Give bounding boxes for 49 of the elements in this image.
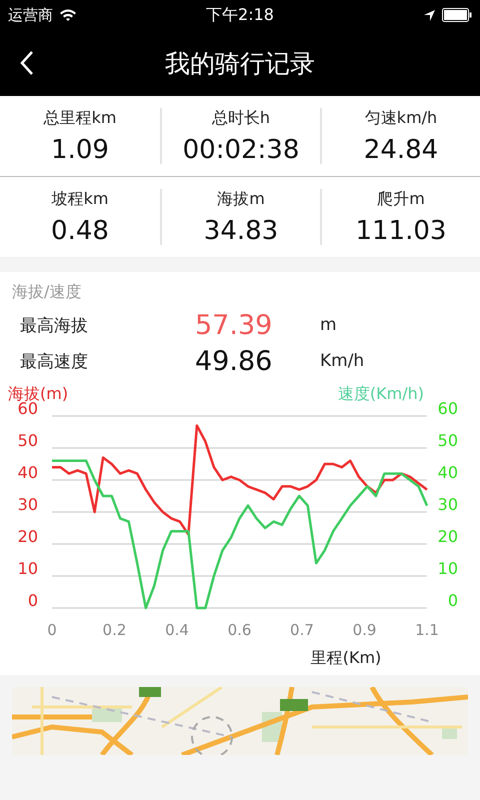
tick-label: 50 xyxy=(438,431,458,450)
tick-label: 20 xyxy=(438,527,458,546)
tick-label: 0.6 xyxy=(228,621,252,639)
tick-label: 50 xyxy=(18,431,38,450)
highlight-label: 最高速度 xyxy=(20,350,89,372)
tick-label: 30 xyxy=(438,495,458,514)
location-arrow-icon xyxy=(423,8,436,22)
axis-title: 速度(Km/h) xyxy=(338,384,424,403)
back-icon xyxy=(20,50,34,76)
stat-label: 总时长h xyxy=(212,108,270,128)
tick-label: 0 xyxy=(28,591,38,610)
highlight-unit: Km/h xyxy=(320,351,366,371)
stat-value: 111.03 xyxy=(356,216,446,246)
highlight-unit: m xyxy=(320,315,338,335)
tick-label: 60 xyxy=(438,399,458,418)
tick-label: 0.2 xyxy=(102,621,126,639)
stat-value: 34.83 xyxy=(204,216,278,246)
tick-label: 1.1 xyxy=(415,621,439,639)
tick-label: 0 xyxy=(448,591,458,610)
tick-label: 0.7 xyxy=(290,621,314,639)
tick-label: 20 xyxy=(18,527,38,546)
battery-icon xyxy=(442,8,472,22)
stat-value: 24.84 xyxy=(364,134,438,164)
stat-value: 00:02:38 xyxy=(182,134,300,164)
stat-label: 爬升m xyxy=(377,188,425,210)
tick-label: 0.9 xyxy=(352,621,376,639)
stat-value: 1.09 xyxy=(51,134,109,164)
status-time: 下午2:18 xyxy=(206,4,274,26)
stat-label: 坡程km xyxy=(52,188,108,210)
section-title: 海拔/速度 xyxy=(11,281,82,303)
carrier-name: 运营商 xyxy=(8,6,53,24)
stat-value: 0.48 xyxy=(51,216,109,246)
tick-label: 10 xyxy=(438,559,458,578)
axis-title: 海拔(m) xyxy=(8,384,68,403)
tick-label: 40 xyxy=(438,463,458,482)
stat-label: 海拔m xyxy=(217,188,265,210)
tick-label: 0.4 xyxy=(165,621,189,639)
tick-label: 40 xyxy=(18,463,38,482)
tick-label: 30 xyxy=(18,495,38,514)
stat-label: 总里程km xyxy=(44,108,116,128)
stat-label: 匀速km/h xyxy=(364,108,438,128)
tick-label: 10 xyxy=(18,559,38,578)
axis-title: 里程(Km) xyxy=(310,648,382,667)
tick-label: 0 xyxy=(47,621,57,639)
highlight-value: 49.86 xyxy=(195,346,274,376)
page-title: 我的骑行记录 xyxy=(165,48,315,80)
wifi-icon xyxy=(59,8,77,22)
highlight-label: 最高海拔 xyxy=(20,314,89,336)
highlight-value: 57.39 xyxy=(195,310,274,340)
